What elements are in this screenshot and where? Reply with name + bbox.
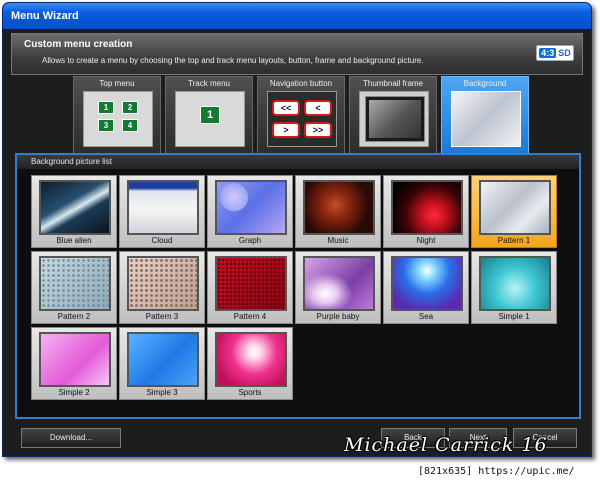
top-menu-box-2: 2: [122, 101, 138, 114]
wizard-tabs: Top menu 1 2 3 4 Track menu 1 Navigation…: [73, 76, 533, 154]
background-label: Pattern 4: [233, 312, 267, 321]
background-item-pattern-3[interactable]: Pattern 3: [119, 251, 205, 324]
background-thumbnail: [127, 332, 199, 387]
background-thumbnail: [479, 180, 551, 235]
tab-thumbnail-frame[interactable]: Thumbnail frame: [349, 76, 437, 154]
background-thumbnail: [479, 256, 551, 311]
background-item-blue-alien[interactable]: Blue alien: [31, 175, 117, 248]
tab-label: Top menu: [99, 79, 135, 88]
background-thumbnail: [215, 180, 287, 235]
background-item-simple-3[interactable]: Simple 3: [119, 327, 205, 400]
background-picture-icon: [451, 91, 521, 147]
background-thumbnail: [39, 180, 111, 235]
background-item-graph[interactable]: Graph: [207, 175, 293, 248]
background-thumbnail: [303, 256, 375, 311]
background-label: Purple baby: [316, 312, 360, 321]
background-thumbnail: [391, 256, 463, 311]
background-item-pattern-4[interactable]: Pattern 4: [207, 251, 293, 324]
header-panel: Custom menu creation Allows to create a …: [11, 33, 583, 75]
aspect-ratio-label: 4:3: [539, 48, 557, 58]
page-description: Allows to create a menu by choosing the …: [42, 56, 424, 65]
background-item-sports[interactable]: Sports: [207, 327, 293, 400]
background-item-pattern-2[interactable]: Pattern 2: [31, 251, 117, 324]
background-item-pattern-1[interactable]: Pattern 1: [471, 175, 557, 248]
top-menu-box-3: 3: [98, 119, 114, 132]
thumbnail-frame-icon: [359, 91, 429, 147]
previous-page-arrow-icon: <: [304, 100, 332, 116]
top-menu-layout-icon: 1 2 3 4: [83, 91, 153, 147]
menu-wizard-window: Menu Wizard Custom menu creation Allows …: [2, 2, 592, 457]
background-item-night[interactable]: Night: [383, 175, 469, 248]
background-item-simple-2[interactable]: Simple 2: [31, 327, 117, 400]
image-host-watermark: [821x635] https://upic.me/: [418, 466, 575, 477]
background-label: Simple 3: [146, 388, 178, 397]
top-menu-box-1: 1: [98, 101, 114, 114]
background-picture-panel: Background picture list Blue alien Cloud…: [15, 153, 581, 419]
tab-label: Background: [463, 79, 507, 88]
window-title: Menu Wizard: [3, 3, 591, 29]
background-label: Simple 2: [58, 388, 90, 397]
background-label: Sports: [238, 388, 262, 397]
background-thumbnail: [39, 256, 111, 311]
panel-title: Background picture list: [17, 155, 579, 169]
background-label: Pattern 3: [145, 312, 179, 321]
tab-track-menu[interactable]: Track menu 1: [165, 76, 253, 154]
tab-label: Thumbnail frame: [362, 79, 424, 88]
background-label: Sea: [418, 312, 434, 321]
download-button[interactable]: Download...: [21, 428, 121, 448]
background-item-cloud[interactable]: Cloud: [119, 175, 205, 248]
background-item-music[interactable]: Music: [295, 175, 381, 248]
background-item-simple-1[interactable]: Simple 1: [471, 251, 557, 324]
tab-top-menu[interactable]: Top menu 1 2 3 4: [73, 76, 161, 154]
background-label: Cloud: [151, 236, 173, 245]
background-thumbnail: [215, 256, 287, 311]
tab-label: Track menu: [188, 79, 230, 88]
background-thumbnail: [127, 180, 199, 235]
background-label: Music: [327, 236, 349, 245]
background-label: Graph: [238, 236, 262, 245]
signature-overlay: Michael Carrick 16: [344, 434, 548, 456]
next-page-arrow-icon: >: [272, 122, 300, 138]
background-item-sea[interactable]: Sea: [383, 251, 469, 324]
track-menu-box-1: 1: [200, 106, 220, 124]
background-thumbnail: [391, 180, 463, 235]
background-picture-grid: Blue alien Cloud Graph Music Night Patte…: [31, 175, 561, 403]
background-label: Night: [416, 236, 436, 245]
page-title: Custom menu creation: [24, 39, 133, 50]
background-item-purple-baby[interactable]: Purple baby: [295, 251, 381, 324]
background-thumbnail: [215, 332, 287, 387]
background-label: Pattern 2: [57, 312, 91, 321]
background-label: Simple 1: [498, 312, 530, 321]
background-thumbnail: [127, 256, 199, 311]
background-thumbnail: [39, 332, 111, 387]
background-label: Pattern 1: [497, 236, 531, 245]
background-thumbnail: [303, 180, 375, 235]
track-menu-layout-icon: 1: [175, 91, 245, 147]
aspect-format-badge: 4:3 SD: [536, 45, 574, 61]
tab-navigation-button[interactable]: Navigation button << < > >>: [257, 76, 345, 154]
first-page-arrow-icon: <<: [272, 100, 300, 116]
top-menu-box-4: 4: [122, 119, 138, 132]
navigation-buttons-icon: << < > >>: [267, 91, 337, 147]
frame-preview: [366, 97, 424, 141]
tab-label: Navigation button: [269, 79, 333, 88]
tab-background[interactable]: Background: [441, 76, 529, 154]
format-label: SD: [558, 48, 571, 58]
last-page-arrow-icon: >>: [304, 122, 332, 138]
background-label: Blue alien: [56, 236, 92, 245]
